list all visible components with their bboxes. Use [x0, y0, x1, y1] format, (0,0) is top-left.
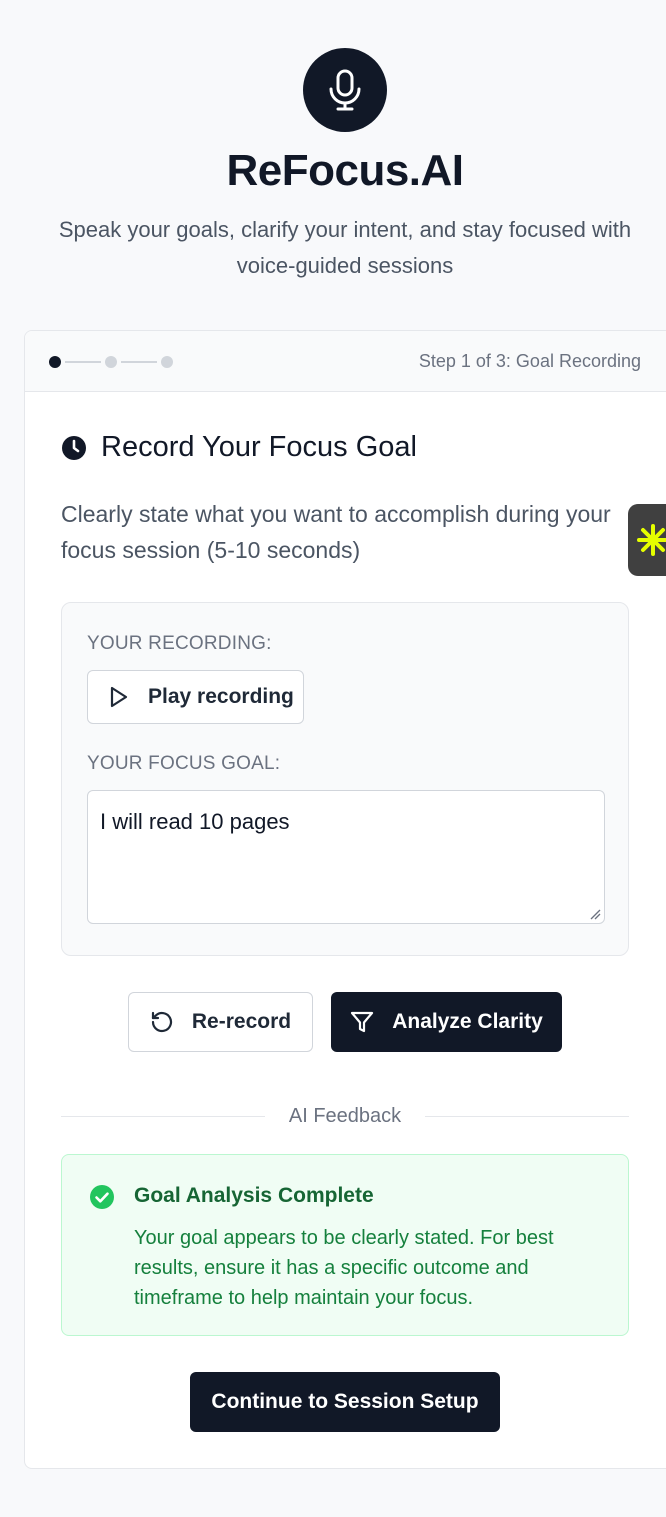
focus-goal-value: I will read 10 pages — [100, 809, 290, 834]
feedback-title: Goal Analysis Complete — [134, 1184, 374, 1207]
play-icon — [110, 686, 128, 708]
microphone-icon — [329, 69, 361, 111]
section-title: Record Your Focus Goal — [101, 431, 417, 463]
resize-handle-icon[interactable] — [589, 908, 601, 920]
divider-line — [425, 1115, 630, 1117]
floating-widget-button[interactable] — [628, 504, 666, 576]
continue-label: Continue to Session Setup — [211, 1390, 479, 1413]
section-description: Clearly state what you want to accomplis… — [61, 501, 611, 563]
re-record-label: Re-record — [191, 1010, 292, 1033]
sparkle-icon — [637, 524, 666, 556]
feedback-alert: Goal Analysis Complete Your goal appears… — [61, 1154, 629, 1336]
section-heading: Record Your Focus Goal — [61, 431, 417, 464]
rotate-ccw-icon — [151, 1011, 172, 1033]
step-dot-2 — [105, 356, 117, 368]
continue-button[interactable]: Continue to Session Setup — [190, 1372, 500, 1432]
filter-icon — [351, 1011, 374, 1033]
feedback-body: Your goal appears to be clearly stated. … — [134, 1227, 554, 1309]
step-connector — [65, 361, 101, 363]
app-logo — [303, 48, 387, 132]
ai-feedback-divider: AI Feedback — [61, 1103, 630, 1129]
step-label: Step 1 of 3: Goal Recording — [418, 351, 641, 371]
focus-goal-label: YOUR FOCUS GOAL: — [87, 753, 281, 774]
step-dot-3 — [161, 356, 173, 368]
step-connector — [121, 361, 157, 363]
page: ReFocus.AI Speak your goals, clarify you… — [0, 0, 666, 1517]
recording-label: YOUR RECORDING: — [87, 633, 272, 654]
card-header: Step 1 of 3: Goal Recording — [25, 331, 666, 392]
analyze-clarity-label: Analyze Clarity — [392, 1010, 543, 1033]
focus-goal-textarea[interactable]: I will read 10 pages — [87, 790, 605, 924]
recording-panel: YOUR RECORDING: Play recording YOUR FOCU… — [61, 602, 629, 956]
clock-icon — [62, 435, 86, 460]
step-dot-1 — [49, 356, 61, 368]
app-title: ReFocus.AI — [226, 146, 464, 195]
check-circle-icon — [90, 1185, 114, 1209]
divider-line — [61, 1115, 265, 1117]
play-recording-button[interactable]: Play recording — [87, 670, 304, 724]
re-record-button[interactable]: Re-record — [128, 992, 313, 1052]
ai-feedback-label: AI Feedback — [288, 1104, 402, 1127]
stepper — [49, 355, 173, 369]
app-subtitle: Speak your goals, clarify your intent, a… — [58, 217, 632, 278]
goal-card: Step 1 of 3: Goal Recording Record Your … — [24, 330, 666, 1469]
analyze-clarity-button[interactable]: Analyze Clarity — [331, 992, 562, 1052]
play-recording-label: Play recording — [148, 685, 294, 708]
